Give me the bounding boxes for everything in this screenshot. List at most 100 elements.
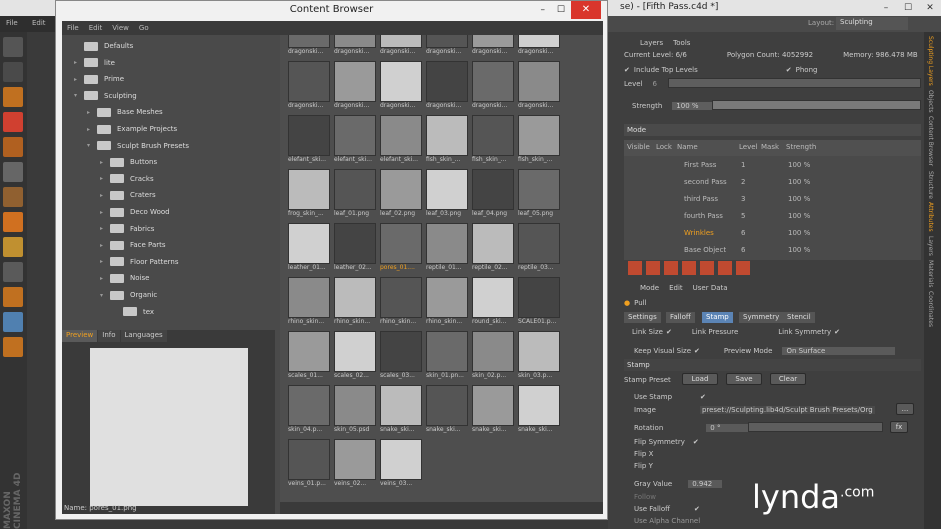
attr-mode[interactable]: Mode [640,284,659,292]
side-tab[interactable]: Attributes [927,202,934,232]
attr-edit[interactable]: Edit [669,284,683,292]
tree-item[interactable]: ▸ Buttons [100,155,157,169]
image-path[interactable]: preset://Sculpting.lib4d/Sculpt Brush Pr… [699,405,875,414]
layers-icon[interactable] [3,137,23,157]
thumbnail[interactable]: fish_skin_... [426,115,468,165]
tree-item[interactable]: ▸ lite [74,56,115,70]
thumbnail[interactable]: dragonski... [334,35,376,57]
minimize-button[interactable]: – [875,0,897,16]
thumbnail[interactable]: SCALE01.p... [518,277,560,327]
lock-icon[interactable] [3,337,23,357]
thumbnail[interactable]: scales_01... [288,331,330,381]
tab-tools[interactable]: Tools [673,39,690,47]
thumbnail[interactable]: round_ski... [472,277,514,327]
thumbnail[interactable]: elefant_ski... [288,115,330,165]
thumbnail[interactable]: snake_ski... [380,385,422,435]
thumbnail[interactable]: dragonski... [472,61,514,111]
tree-item[interactable]: ▾ Organic [100,288,157,302]
thumbnail[interactable]: dragonski... [472,35,514,57]
tab-languages[interactable]: Languages [120,330,167,342]
tree-arrow-icon[interactable]: ▾ [74,92,84,99]
tree-item[interactable]: ▸ Fabrics [100,222,154,236]
cb-maximize-button[interactable]: ☐ [557,1,565,19]
tree-arrow-icon[interactable]: ▸ [74,76,84,83]
side-tab[interactable]: Layers [927,236,934,256]
tab-stamp[interactable]: Stamp [702,312,733,323]
tree-item[interactable]: ▸ Cracks [100,172,154,186]
cube-icon[interactable] [3,87,23,107]
thumbnail[interactable]: reptile_01... [426,223,468,273]
thumbnail[interactable]: fish_skin_... [518,115,560,165]
gray-value[interactable]: 0.942 [688,479,723,488]
tab-stencil[interactable]: Stencil [783,312,815,323]
layer-row[interactable]: First Pass 1 100 % [624,158,921,174]
tree-item[interactable]: ▾ Sculpt Brush Presets [87,139,189,153]
thumbnail[interactable]: dragonski... [288,35,330,57]
thumbnail[interactable]: dragonski... [380,35,422,57]
side-tab[interactable]: Coordinates [927,291,934,327]
side-tab[interactable]: Structure [927,171,934,199]
tab-info[interactable]: Info [98,330,120,342]
fx-button[interactable]: fx [890,421,908,433]
thumbnail[interactable]: veins_02... [334,439,376,489]
thumbnail[interactable]: leather_01... [288,223,330,273]
cb-menu-view[interactable]: View [112,24,129,32]
layer-row[interactable]: third Pass 3 100 % [624,192,921,208]
thumbnail[interactable]: leaf_02.png [380,169,422,219]
bake-icon[interactable] [736,261,750,275]
thumbnail[interactable]: dragonski... [288,61,330,111]
thumbnail[interactable]: dragonski... [518,35,560,57]
tab-falloff[interactable]: Falloff [666,312,695,323]
thumbnail[interactable]: rhino_skin... [288,277,330,327]
tab-layers[interactable]: Layers [640,39,663,47]
side-tab[interactable]: Objects [927,90,934,113]
tree-item[interactable]: ▸ Craters [100,188,156,202]
polygon-icon[interactable] [3,187,23,207]
tree-arrow-icon[interactable]: ▸ [74,59,84,66]
tree-arrow-icon[interactable]: ▾ [87,142,97,149]
thumbnail[interactable]: rhino_skin... [426,277,468,327]
thumbnail[interactable]: reptile_03... [518,223,560,273]
thumbnail[interactable]: elefant_ski... [334,115,376,165]
strength-value[interactable]: 100 % [672,101,713,110]
load-button[interactable]: Load [682,373,718,385]
thumbnail[interactable]: leaf_01.png [334,169,376,219]
thumbnail[interactable]: dragonski... [426,61,468,111]
object-icon[interactable] [3,212,23,232]
maximize-button[interactable]: ☐ [897,0,919,16]
thumbnail[interactable]: fish_skin_... [472,115,514,165]
merge-icon[interactable] [718,261,732,275]
thumbnail[interactable]: dragonski... [426,35,468,57]
thumbnail[interactable]: snake_ski... [518,385,560,435]
paste-icon[interactable] [700,261,714,275]
link-size-checkbox[interactable]: ✔ [666,328,672,336]
copy-icon[interactable] [682,261,696,275]
tree-item[interactable]: tex [113,305,154,319]
tree-arrow-icon[interactable]: ▾ [100,292,110,299]
tree-item[interactable]: Defaults [74,39,133,53]
thumbnail[interactable]: skin_02.p... [472,331,514,381]
tree-arrow-icon[interactable]: ▸ [100,159,110,166]
tree-item[interactable]: ▸ Floor Patterns [100,255,178,269]
tree-item[interactable]: ▾ Sculpting [74,89,137,103]
menu-edit[interactable]: Edit [32,19,46,27]
layer-row[interactable]: fourth Pass 5 100 % [624,209,921,225]
tree-item[interactable]: ▸ Example Projects [87,122,177,136]
thumbnail[interactable]: dragonski... [334,61,376,111]
tab-settings[interactable]: Settings [624,312,661,323]
thumbnail[interactable]: scales_02... [334,331,376,381]
tree-arrow-icon[interactable]: ▸ [100,275,110,282]
layout-select[interactable]: Sculpting [836,17,908,30]
tree-arrow-icon[interactable]: ▸ [100,258,110,265]
sculpt-icon[interactable] [3,62,23,82]
thumbnail[interactable]: scales_03... [380,331,422,381]
magnet-icon[interactable] [3,287,23,307]
tree-arrow-icon[interactable]: ▸ [100,192,110,199]
undo-icon[interactable] [3,37,23,57]
tree-arrow-icon[interactable]: ▸ [100,175,110,182]
cb-menu-go[interactable]: Go [139,24,149,32]
cb-menu-file[interactable]: File [67,24,79,32]
thumbnail[interactable]: reptile_02... [472,223,514,273]
thumbnail[interactable]: frog_skin_... [288,169,330,219]
thumbnail[interactable]: leather_02... [334,223,376,273]
